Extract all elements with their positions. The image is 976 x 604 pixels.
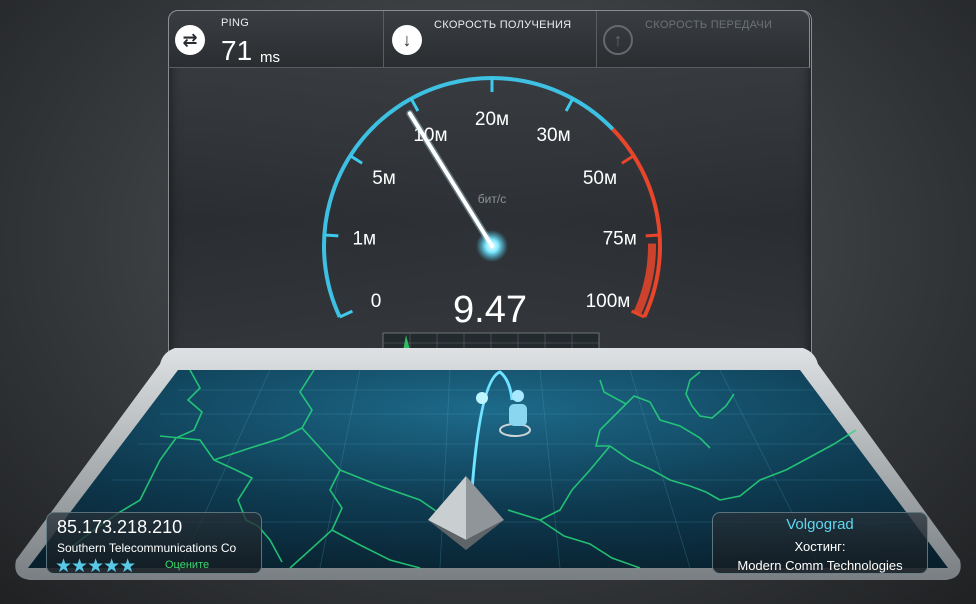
- gauge-tick-label: 100м: [586, 291, 631, 312]
- gauge-arc-normal: [322, 76, 615, 318]
- gauge-tick-mark: [564, 97, 575, 112]
- gauge-unit-label: бит/с: [478, 192, 506, 206]
- server-info-box: Volgograd Хостинг: Modern Comm Technolog…: [712, 512, 928, 574]
- gauge-needle: [406, 109, 508, 262]
- gauge-tick-mark: [339, 309, 354, 319]
- gauge-tick-label: 50м: [583, 168, 617, 189]
- hosting-label: Хостинг:: [794, 539, 846, 554]
- gauge-tick-label: 20м: [475, 109, 509, 130]
- gauge-tick-label: 0: [371, 291, 382, 312]
- client-isp: Southern Telecommunications Co: [57, 541, 237, 555]
- client-ip: 85.173.218.210: [57, 517, 183, 537]
- client-info-box: 85.173.218.210 Southern Telecommunicatio…: [46, 512, 262, 577]
- rate-link[interactable]: Оцените: [165, 559, 209, 571]
- speed-reading: 9.47: [453, 289, 527, 331]
- server-city[interactable]: Volgograd: [713, 516, 927, 533]
- connection-dot: [476, 392, 488, 404]
- rating-stars[interactable]: ★★★★★: [55, 555, 136, 578]
- gauge-tick-mark: [409, 97, 420, 112]
- gauge-tick-label: 5м: [372, 168, 396, 189]
- needle-line: [407, 111, 494, 248]
- gauge-tick-mark: [324, 233, 339, 238]
- server-name: Modern Comm Technologies: [737, 558, 903, 573]
- gauge-tick-mark: [349, 154, 363, 165]
- gauge-arc-high: [611, 127, 662, 318]
- gauge-tick-mark: [645, 233, 660, 238]
- gauge-tick-mark: [621, 154, 635, 165]
- gauge-tick-label: 75м: [603, 229, 637, 250]
- gauge-tick-label: 30м: [536, 125, 570, 146]
- gauge-tick-label: 1м: [352, 229, 376, 250]
